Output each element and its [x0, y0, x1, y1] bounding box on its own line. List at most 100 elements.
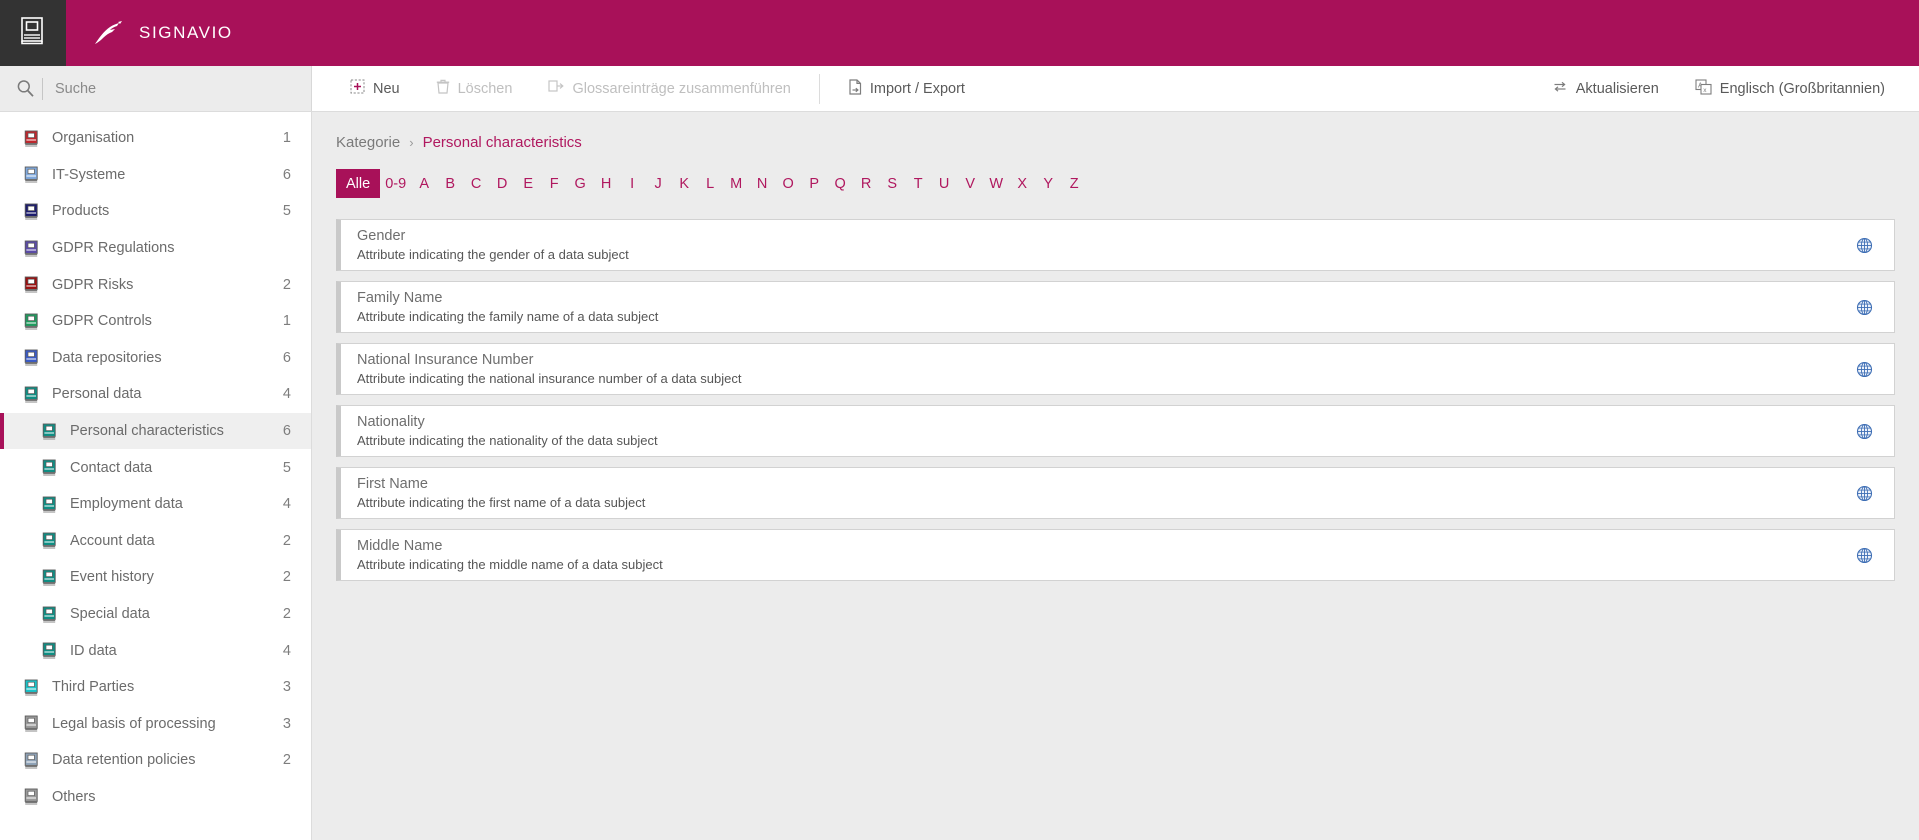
- glossary-entry-card[interactable]: Nationality Attribute indicating the nati…: [336, 405, 1895, 457]
- sidebar-item-gdpr-regulations[interactable]: GDPR Regulations: [0, 230, 311, 267]
- alpha-filter-q[interactable]: Q: [827, 169, 853, 198]
- glossary-entry-description: Attribute indicating the family name of …: [357, 309, 659, 324]
- alpha-filter-b[interactable]: B: [437, 169, 463, 198]
- sidebar-item-data-repositories[interactable]: Data repositories 6: [0, 340, 311, 377]
- signavio-gazelle-logo-icon: [91, 18, 125, 48]
- alpha-filter-c[interactable]: C: [463, 169, 489, 198]
- book-icon: [19, 16, 47, 51]
- alpha-filter-a[interactable]: A: [411, 169, 437, 198]
- glossary-entry-description: Attribute indicating the national insura…: [357, 371, 742, 386]
- sidebar-item-data-retention-policies[interactable]: Data retention policies 2: [0, 742, 311, 779]
- search-box[interactable]: [0, 66, 312, 111]
- alpha-filter-e[interactable]: E: [515, 169, 541, 198]
- sidebar-item-label: Special data: [70, 606, 150, 623]
- book-icon: [18, 386, 44, 403]
- alpha-filter-t[interactable]: T: [905, 169, 931, 198]
- alpha-filter-m[interactable]: M: [723, 169, 749, 198]
- sidebar-item-legal-basis-of-processing[interactable]: Legal basis of processing 3: [0, 706, 311, 743]
- sidebar-item-count: 2: [282, 276, 291, 293]
- alpha-filter-l[interactable]: L: [697, 169, 723, 198]
- sidebar-item-contact-data[interactable]: Contact data 5: [0, 449, 311, 486]
- breadcrumb-current[interactable]: Personal characteristics: [423, 134, 582, 151]
- alpha-filter-g[interactable]: G: [567, 169, 593, 198]
- sidebar-item-count: 4: [282, 386, 291, 403]
- sidebar-item-products[interactable]: Products 5: [0, 193, 311, 230]
- alpha-filter-k[interactable]: K: [671, 169, 697, 198]
- sidebar-item-it-systeme[interactable]: IT-Systeme 6: [0, 157, 311, 194]
- import-export-button[interactable]: Import / Export: [830, 66, 983, 111]
- sidebar-item-label: Others: [52, 788, 96, 805]
- alpha-filter-d[interactable]: D: [489, 169, 515, 198]
- sidebar-item-others[interactable]: Others: [0, 779, 311, 816]
- sidebar-item-account-data[interactable]: Account data 2: [0, 523, 311, 560]
- sidebar-item-personal-data[interactable]: Personal data 4: [0, 376, 311, 413]
- new-button[interactable]: Neu: [332, 66, 418, 111]
- glossary-entry-card[interactable]: Gender Attribute indicating the gender of…: [336, 219, 1895, 271]
- alpha-filter-v[interactable]: V: [957, 169, 983, 198]
- globe-icon[interactable]: [1852, 547, 1876, 564]
- sidebar-item-employment-data[interactable]: Employment data 4: [0, 486, 311, 523]
- sidebar-item-event-history[interactable]: Event history 2: [0, 559, 311, 596]
- refresh-button[interactable]: Aktualisieren: [1534, 66, 1677, 111]
- sidebar-item-count: 2: [282, 606, 291, 623]
- glossary-entry-description: Attribute indicating the gender of a dat…: [357, 247, 629, 262]
- alpha-filter-i[interactable]: I: [619, 169, 645, 198]
- sidebar-item-label: GDPR Controls: [52, 313, 152, 330]
- breadcrumb-root[interactable]: Kategorie: [336, 134, 400, 151]
- book-icon: [18, 715, 44, 732]
- glossary-entry-description: Attribute indicating the first name of a…: [357, 495, 646, 510]
- glossary-entry-card[interactable]: First Name Attribute indicating the first…: [336, 467, 1895, 519]
- sidebar-item-count: 3: [282, 715, 291, 732]
- sidebar-item-special-data[interactable]: Special data 2: [0, 596, 311, 633]
- globe-icon[interactable]: [1852, 485, 1876, 502]
- book-icon: [18, 276, 44, 293]
- sidebar-item-gdpr-controls[interactable]: GDPR Controls 1: [0, 303, 311, 340]
- app-launcher-tile[interactable]: [0, 0, 66, 66]
- globe-icon[interactable]: [1852, 361, 1876, 378]
- alpha-filter-h[interactable]: H: [593, 169, 619, 198]
- glossary-entry-title: Family Name: [357, 290, 443, 306]
- book-icon: [36, 459, 62, 476]
- alpha-filter-z[interactable]: Z: [1061, 169, 1087, 198]
- glossary-entry-card[interactable]: Middle Name Attribute indicating the midd…: [336, 529, 1895, 581]
- alpha-filter-x[interactable]: X: [1009, 169, 1035, 198]
- alpha-filter-0-9[interactable]: 0-9: [380, 169, 411, 198]
- alpha-filter-w[interactable]: W: [983, 169, 1009, 198]
- sidebar-item-personal-characteristics[interactable]: Personal characteristics 6: [0, 412, 311, 450]
- sidebar-item-label: Data repositories: [52, 349, 162, 366]
- glossary-entry-card[interactable]: Family Name Attribute indicating the fami…: [336, 281, 1895, 333]
- sidebar-item-gdpr-risks[interactable]: GDPR Risks 2: [0, 266, 311, 303]
- merge-glossary-entries-button[interactable]: Glossareinträge zusammenführen: [530, 66, 808, 111]
- search-input[interactable]: [55, 80, 265, 97]
- alpha-filter-alle[interactable]: Alle: [336, 169, 381, 198]
- sidebar-item-third-parties[interactable]: Third Parties 3: [0, 669, 311, 706]
- sidebar-item-count: 6: [282, 423, 291, 440]
- glossary-entry-card[interactable]: National Insurance Number Attribute indic…: [336, 343, 1895, 395]
- alpha-filter-j[interactable]: J: [645, 169, 671, 198]
- glossary-entry-text: Gender Attribute indicating the gender of…: [357, 228, 1852, 262]
- language-button[interactable]: A x Englisch (Großbritannien): [1677, 66, 1903, 111]
- globe-icon[interactable]: [1852, 237, 1876, 254]
- globe-icon[interactable]: [1852, 423, 1876, 440]
- alpha-filter-f[interactable]: F: [541, 169, 567, 198]
- alpha-filter-r[interactable]: R: [853, 169, 879, 198]
- language-label: Englisch (Großbritannien): [1719, 80, 1885, 97]
- alpha-filter-u[interactable]: U: [931, 169, 957, 198]
- sidebar-item-organisation[interactable]: Organisation 1: [0, 120, 311, 157]
- alpha-filter-n[interactable]: N: [749, 169, 775, 198]
- sidebar: Organisation 1 IT-Systeme 6 Products 5 GDPR Re…: [0, 112, 312, 840]
- alpha-filter-s[interactable]: S: [879, 169, 905, 198]
- sidebar-item-id-data[interactable]: ID data 4: [0, 632, 311, 669]
- book-icon: [18, 679, 44, 696]
- alpha-filter-p[interactable]: P: [801, 169, 827, 198]
- search-icon: [10, 79, 40, 98]
- globe-icon[interactable]: [1852, 299, 1876, 316]
- brand-area: SIGNAVIO: [66, 0, 1919, 66]
- merge-glossary-entries-label: Glossareinträge zusammenführen: [572, 80, 791, 97]
- alpha-filter-y[interactable]: Y: [1035, 169, 1061, 198]
- trash-icon: [436, 79, 450, 98]
- glossary-entry-list: Gender Attribute indicating the gender of…: [312, 198, 1919, 605]
- book-icon: [18, 130, 44, 147]
- alpha-filter-o[interactable]: O: [775, 169, 801, 198]
- delete-button[interactable]: Löschen: [418, 66, 531, 111]
